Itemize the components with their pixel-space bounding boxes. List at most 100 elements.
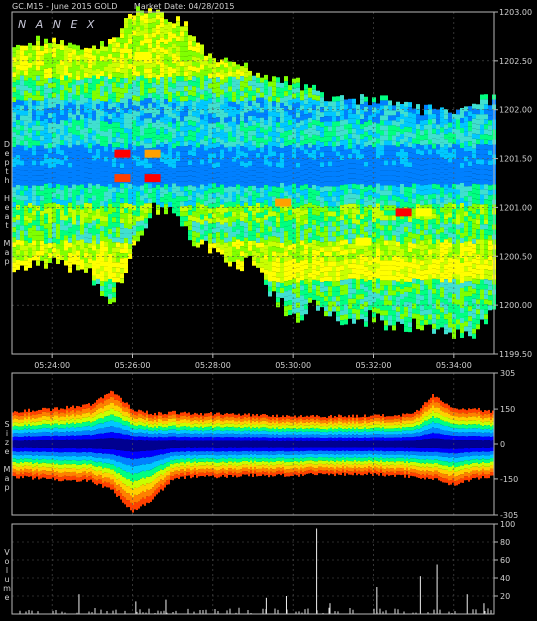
heat-cell — [316, 240, 320, 246]
heat-cell — [280, 182, 284, 188]
heat-cell — [352, 308, 356, 314]
heat-cell — [196, 112, 200, 118]
heat-cell — [76, 65, 80, 71]
heat-cell — [192, 146, 196, 152]
heat-cell — [444, 309, 448, 315]
heat-cell — [344, 179, 348, 185]
heat-cell — [336, 301, 340, 307]
heat-cell — [80, 199, 84, 205]
heat-cell — [104, 176, 108, 182]
heat-cell — [100, 216, 104, 222]
heat-cell — [36, 210, 40, 216]
heat-cell — [284, 206, 288, 212]
heat-cell — [296, 207, 300, 213]
heat-cell — [160, 37, 164, 43]
heat-cell — [368, 305, 372, 311]
heat-cell — [368, 150, 372, 156]
heat-cell — [144, 208, 148, 214]
heat-cell — [192, 46, 196, 52]
heat-cell — [320, 202, 324, 208]
heat-cell — [420, 265, 424, 271]
heat-cell — [120, 38, 124, 44]
heat-cell — [144, 23, 148, 29]
heat-cell — [268, 96, 272, 102]
heat-cell — [464, 221, 468, 227]
heat-cell — [168, 181, 172, 187]
heat-cell — [128, 213, 132, 219]
heat-cell — [408, 327, 412, 333]
heat-cell — [376, 133, 380, 139]
heat-cell — [108, 198, 112, 204]
heat-cell — [124, 88, 128, 94]
heat-cell — [164, 189, 168, 195]
heat-cell — [456, 134, 460, 140]
heat-cell — [408, 312, 412, 318]
heat-cell — [356, 204, 360, 210]
heat-cell — [444, 144, 448, 150]
heat-cell — [388, 175, 392, 181]
heat-cell — [464, 281, 468, 287]
heat-cell — [392, 185, 396, 191]
heat-cell — [64, 155, 68, 161]
heat-cell — [260, 132, 264, 138]
heat-cell — [440, 292, 444, 298]
heat-cell — [236, 109, 240, 115]
heat-cell — [432, 328, 436, 334]
heat-cell — [356, 159, 360, 165]
heat-cell — [200, 44, 204, 50]
heat-cell — [240, 241, 244, 247]
heat-cell — [92, 50, 96, 56]
heat-cell — [344, 319, 348, 325]
heat-cell — [268, 246, 272, 252]
heat-cell — [372, 312, 376, 318]
heat-cell — [408, 307, 412, 313]
heat-cell — [260, 82, 264, 88]
heat-cell — [160, 12, 164, 18]
heat-cell — [180, 176, 184, 182]
heat-cell — [380, 170, 384, 176]
heat-cell — [464, 146, 468, 152]
heat-cell — [336, 306, 340, 312]
heat-cell — [136, 96, 140, 102]
heat-cell — [20, 65, 24, 71]
heat-cell — [88, 188, 92, 194]
heat-cell — [320, 102, 324, 108]
heat-cell — [228, 246, 232, 252]
heat-cell — [436, 229, 440, 235]
heat-cell — [84, 232, 88, 238]
heat-cell — [28, 122, 32, 128]
heat-cell — [432, 138, 436, 144]
heat-cell — [236, 119, 240, 125]
heat-cell — [292, 213, 296, 219]
heat-cell — [320, 217, 324, 223]
heat-cell — [360, 204, 364, 210]
heat-cell — [444, 324, 448, 330]
heat-cell — [440, 192, 444, 198]
heat-cell — [392, 270, 396, 276]
heat-cell — [364, 211, 368, 217]
heat-cell — [284, 116, 288, 122]
heat-cell — [272, 236, 276, 242]
heat-cell — [260, 212, 264, 218]
heat-cell — [364, 146, 368, 152]
heat-cell — [72, 184, 76, 190]
heat-cell — [288, 190, 292, 196]
heat-cell — [328, 236, 332, 242]
heat-cell — [320, 212, 324, 218]
heat-cell — [112, 137, 116, 143]
heat-cell — [324, 271, 328, 277]
heat-cell — [220, 209, 224, 215]
heat-cell — [364, 266, 368, 272]
heat-cell — [356, 179, 360, 185]
heat-cell — [148, 168, 152, 174]
heat-cell — [88, 218, 92, 224]
heat-cell — [292, 293, 296, 299]
heat-cell — [360, 179, 364, 185]
heat-cell — [120, 268, 124, 274]
heat-cell — [316, 150, 320, 156]
heat-cell — [176, 211, 180, 217]
heat-cell — [184, 201, 188, 207]
heat-cell — [140, 155, 144, 161]
heat-cell — [376, 188, 380, 194]
heat-cell — [308, 107, 312, 113]
